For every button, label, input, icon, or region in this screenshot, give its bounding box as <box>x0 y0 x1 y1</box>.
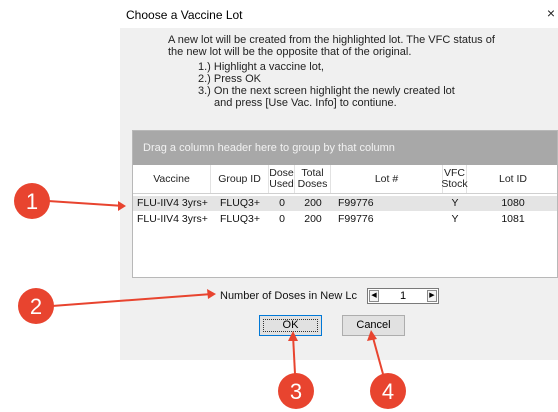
doses-in-new-lot-label: Number of Doses in New Lc <box>220 290 357 302</box>
cell-vaccine: FLU-IIV4 3yrs+ <box>137 213 208 225</box>
column-header-vaccine[interactable]: Vaccine <box>133 165 211 193</box>
choose-vaccine-lot-dialog: Choose a Vaccine Lot × A new lot will be… <box>120 0 558 360</box>
instruction-step-4: and press [Use Vac. Info] to contiune. <box>214 97 397 109</box>
title-bar: Choose a Vaccine Lot × <box>120 0 558 28</box>
callout-badge-4 <box>370 373 406 409</box>
cell-total-doses: 200 <box>304 213 322 225</box>
group-by-panel[interactable]: Drag a column header here to group by th… <box>133 131 557 165</box>
callout-number-1: 1 <box>26 189 38 214</box>
callout-badge-2 <box>18 288 54 324</box>
column-header-dose-used[interactable]: Dose Used <box>269 165 295 193</box>
cell-lot-id: 1080 <box>501 197 525 209</box>
doses-stepper[interactable]: ◀ 1 ▶ <box>367 288 439 304</box>
increment-arrow-icon[interactable]: ▶ <box>427 290 437 302</box>
callout-number-4: 4 <box>382 379 394 404</box>
screenshot-canvas: Choose a Vaccine Lot × A new lot will be… <box>0 0 558 412</box>
group-by-hint: Drag a column header here to group by th… <box>143 142 395 154</box>
cell-lot-number: F99776 <box>338 197 374 209</box>
instruction-step-1: 1.) Highlight a vaccine lot, <box>198 61 324 73</box>
cell-vfc-stock: Y <box>451 213 459 225</box>
cell-dose-used: 0 <box>279 197 285 209</box>
ok-button[interactable]: OK <box>259 315 322 336</box>
vaccine-lot-grid: Drag a column header here to group by th… <box>132 130 558 278</box>
column-header-vfc-stock[interactable]: VFC Stock <box>441 165 468 193</box>
doses-value-field[interactable]: 1 <box>380 289 426 303</box>
decrement-arrow-icon[interactable]: ◀ <box>369 290 379 302</box>
close-icon[interactable]: × <box>544 4 558 22</box>
callout-arrow-1 <box>47 200 126 211</box>
cell-total-doses: 200 <box>304 197 322 209</box>
column-header-group-id[interactable]: Group ID <box>211 165 269 193</box>
callout-badge-1 <box>14 183 50 219</box>
cell-vfc-stock: Y <box>451 197 459 209</box>
cell-group-id: FLUQ3+ <box>220 213 260 225</box>
callout-badge-3 <box>278 373 314 409</box>
instruction-line-1: A new lot will be created from the highl… <box>168 34 495 46</box>
instruction-step-2: 2.) Press OK <box>198 73 261 85</box>
grid-header-row: Vaccine Group ID Dose Used Total Doses L… <box>133 165 557 194</box>
table-row[interactable]: FLU-IIV4 3yrs+ FLUQ3+ 0 200 F99776 Y 108… <box>133 196 557 211</box>
instruction-line-2: the new lot will be the opposite that of… <box>168 46 412 58</box>
ok-button-label: OK <box>282 319 299 331</box>
cell-vaccine: FLU-IIV4 3yrs+ <box>137 197 208 209</box>
table-row[interactable]: FLU-IIV4 3yrs+ FLUQ3+ 0 200 F99776 Y 108… <box>133 212 557 227</box>
cancel-button[interactable]: Cancel <box>342 315 405 336</box>
column-header-lot-id[interactable]: Lot ID <box>467 165 558 193</box>
column-header-lot-number[interactable]: Lot # <box>331 165 443 193</box>
callout-number-2: 2 <box>30 294 42 319</box>
cell-group-id: FLUQ3+ <box>220 197 260 209</box>
instruction-step-3: 3.) On the next screen highlight the new… <box>198 85 455 97</box>
column-header-total-doses[interactable]: Total Doses <box>295 165 331 193</box>
callout-number-3: 3 <box>290 379 302 404</box>
dialog-title: Choose a Vaccine Lot <box>126 8 243 22</box>
cell-lot-number: F99776 <box>338 213 374 225</box>
cell-lot-id: 1081 <box>501 213 525 225</box>
cell-dose-used: 0 <box>279 213 285 225</box>
